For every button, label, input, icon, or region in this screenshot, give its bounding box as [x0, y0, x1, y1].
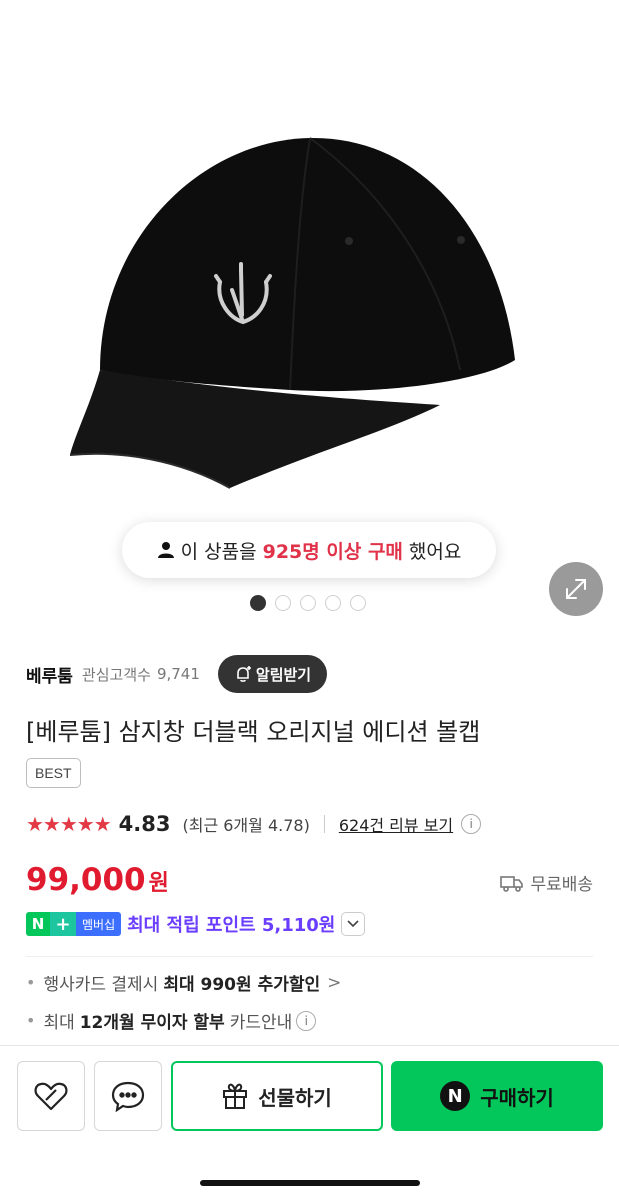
review-link[interactable]: 624건 리뷰 보기	[339, 812, 453, 836]
chat-icon	[111, 1081, 145, 1112]
chevron-down-icon	[347, 920, 359, 928]
gift-label: 선물하기	[258, 1085, 332, 1110]
product-title: [베루툼] 삼지창 더블랙 오리지널 에디션 볼캡	[26, 718, 481, 746]
gift-button[interactable]: 선물하기	[171, 1061, 383, 1131]
carousel-dot[interactable]	[325, 595, 341, 611]
rating-row: ★★★★★ 4.83 (최근 6개월 4.78) 624건 리뷰 보기 i	[26, 810, 482, 838]
heart-icon	[34, 1082, 68, 1111]
expand-points-button[interactable]	[341, 912, 366, 936]
points-row[interactable]: N + 멤버십 최대 적립 포인트 5,110원	[26, 910, 366, 938]
bullet: •	[26, 973, 36, 992]
subscribe-alarm-button[interactable]: 알림받기	[217, 655, 328, 693]
benefit-bold: 최대 990원 추가할인	[163, 975, 321, 995]
price: 99,000 원	[26, 862, 169, 898]
favorite-count: 9,741	[156, 665, 200, 683]
recent-rating: (최근 6개월 4.78)	[182, 816, 310, 835]
expand-image-button[interactable]	[549, 562, 603, 616]
bell-plus-icon	[237, 666, 251, 682]
purchase-count-banner: 이 상품을 925명 이상 구매 했어요	[122, 522, 496, 578]
benefit-bold: 12개월 무이자 할부	[79, 1013, 225, 1033]
bottom-action-bar: 선물하기 N 구매하기	[0, 1045, 619, 1200]
card-discount-benefit[interactable]: • 행사카드 결제시 최대 990원 추가할인 >	[26, 970, 342, 996]
carousel-dot[interactable]	[250, 595, 266, 611]
plus-mark: +	[50, 912, 76, 936]
best-badge: BEST	[26, 758, 81, 788]
gift-icon	[223, 1083, 248, 1109]
naver-pay-icon: N	[440, 1081, 471, 1111]
price-amount: 99,000	[26, 862, 146, 898]
person-icon	[157, 542, 174, 558]
alarm-label: 알림받기	[255, 666, 312, 684]
carousel-dot[interactable]	[275, 595, 291, 611]
max-points-text: 최대 적립 포인트 5,110원	[127, 915, 336, 936]
shipping-label: 무료배송	[530, 875, 593, 895]
store-name[interactable]: 베루툼	[26, 662, 73, 687]
banner-prefix: 이 상품을	[180, 540, 257, 563]
info-icon[interactable]: i	[296, 1010, 317, 1031]
naver-n-mark: N	[26, 912, 50, 936]
naver-membership-badge: N + 멤버십	[26, 912, 122, 936]
section-divider	[26, 956, 593, 957]
truck-icon	[500, 875, 524, 892]
bullet: •	[26, 1011, 36, 1030]
product-image-area[interactable]: 이 상품을 925명 이상 구매 했어요	[0, 0, 619, 630]
benefit-suffix: 카드안내	[229, 1013, 293, 1033]
rating-score: 4.83	[118, 812, 171, 836]
banner-suffix: 했어요	[408, 540, 462, 563]
installment-benefit[interactable]: • 최대 12개월 무이자 할부 카드안내 i	[26, 1008, 317, 1033]
rating-stars: ★★★★★	[26, 812, 112, 836]
shipping-info: 무료배송	[500, 870, 593, 895]
chevron-right-icon: >	[327, 972, 342, 993]
carousel-dots	[250, 595, 366, 611]
wishlist-button[interactable]	[17, 1061, 85, 1131]
store-info: 베루툼 관심고객수 9,741 알림받기	[26, 655, 328, 693]
carousel-dot[interactable]	[350, 595, 366, 611]
product-image-black-cap	[69, 137, 515, 489]
divider	[323, 815, 325, 833]
buy-label: 구매하기	[480, 1085, 554, 1110]
chat-button[interactable]	[94, 1061, 162, 1131]
buy-button[interactable]: N 구매하기	[391, 1061, 603, 1131]
benefit-prefix: 행사카드 결제시	[43, 975, 159, 995]
benefit-prefix: 최대	[43, 1013, 75, 1033]
membership-label: 멤버십	[76, 912, 122, 936]
banner-highlight: 925명 이상 구매	[262, 540, 403, 563]
expand-icon	[566, 579, 586, 599]
favorite-label: 관심고객수	[81, 665, 151, 684]
carousel-dot[interactable]	[300, 595, 316, 611]
price-unit: 원	[148, 871, 169, 896]
home-indicator	[200, 1180, 420, 1186]
info-icon[interactable]: i	[461, 814, 482, 834]
